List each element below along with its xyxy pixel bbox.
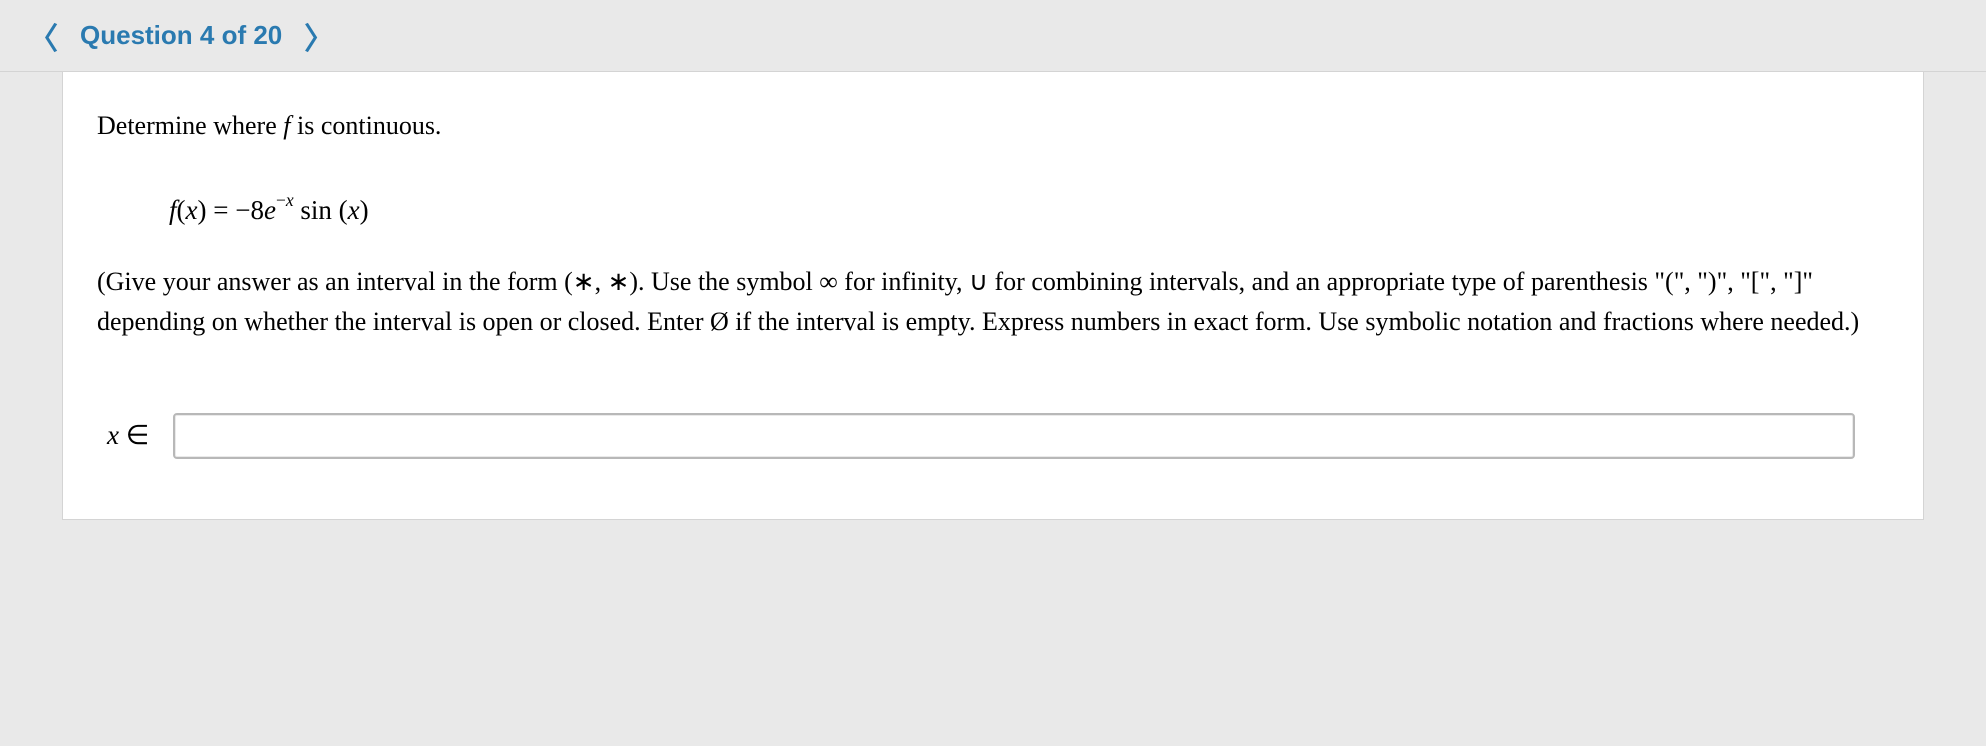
prompt-suffix: is continuous. [290,111,441,140]
prompt-prefix: Determine where [97,111,283,140]
formula-open-paren: ( [177,195,186,225]
answer-input[interactable] [173,413,1855,459]
formula-f: f [169,195,177,225]
prev-question-button[interactable]: 〈 [18,8,68,64]
question-body: Determine where f is continuous. f(x) = … [62,72,1924,520]
question-nav-header: 〈 Question 4 of 20 〉 [0,0,1986,72]
formula-exp-x: x [286,190,294,210]
answer-row: x ∈ [97,413,1889,459]
formula-display: f(x) = −8e−x sin (x) [97,172,1889,260]
answer-label: x ∈ [107,415,149,457]
prompt-text: Determine where f is continuous. [97,106,1889,146]
formula-close: ) [360,195,369,225]
formula-exponent: −x [276,190,294,210]
answer-label-in: ∈ [119,420,149,450]
answer-instructions: (Give your answer as an interval in the … [97,262,1889,343]
next-question-button[interactable]: 〉 [294,8,344,64]
formula-sin-x: x [348,195,360,225]
formula-eq-8: ) = −8 [198,195,264,225]
question-counter-label: Question 4 of 20 [68,20,294,51]
page-root: 〈 Question 4 of 20 〉 Determine where f i… [0,0,1986,746]
formula-exp-minus: − [276,190,286,210]
formula-e: e [264,195,276,225]
formula-sin-open: sin ( [294,195,348,225]
formula-x-arg: x [186,195,198,225]
answer-label-x: x [107,420,119,450]
